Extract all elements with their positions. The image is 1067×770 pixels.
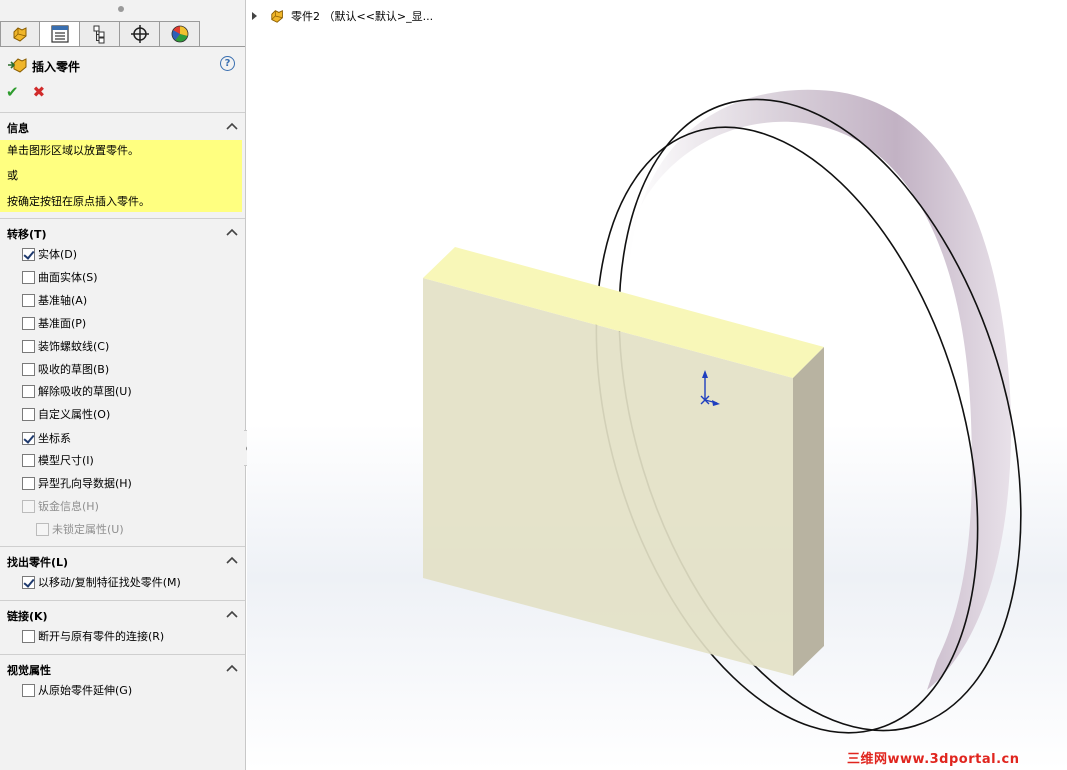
block-side-face [793,347,824,676]
option-label: 自定义属性(O) [38,408,111,421]
page-title: 插入零件 [32,60,81,74]
option-label: 断开与原有零件的连接(R) [38,630,165,643]
group-find-part-title: 找出零件(L) [7,556,69,569]
display-manager-icon [171,25,188,43]
manager-tabs [0,21,200,47]
group-transfer-title: 转移(T) [7,228,47,241]
transfer-option[interactable]: 吸收的草图(B) [22,361,109,377]
property-manager-icon [50,25,69,43]
group-link-header[interactable]: 链接(K) [0,606,245,624]
help-icon[interactable]: ? [220,56,235,71]
tab-feature-manager[interactable] [0,21,40,47]
graphics-area[interactable]: 零件2 （默认<<默认>_显... 三维网www.3dportal.cn [247,0,1067,770]
transfer-option[interactable]: 自定义属性(O) [22,406,110,422]
transfer-option[interactable]: 基准面(P) [22,315,86,331]
checkbox[interactable] [22,270,35,284]
divider [0,546,245,547]
option-label: 吸收的草图(B) [38,363,110,376]
checkbox[interactable] [22,407,35,421]
option-label: 装饰螺蚊线(C) [38,340,110,353]
chevron-up-icon[interactable] [226,609,238,619]
checkbox[interactable] [22,431,35,445]
inserted-block[interactable] [423,247,824,676]
transfer-option[interactable]: 装饰螺蚊线(C) [22,338,109,354]
option-label: 未锁定属性(U) [52,523,124,536]
tabs-divider [0,46,245,47]
option-label: 解除吸收的草图(U) [38,385,132,398]
transfer-option: 未锁定属性(U) [36,521,124,537]
tab-dimxpert-manager[interactable] [120,21,160,47]
divider [0,600,245,601]
info-line: 或 [7,169,18,182]
divider [0,654,245,655]
transfer-option[interactable]: 基准轴(A) [22,292,87,308]
group-transfer-header[interactable]: 转移(T) [0,224,245,242]
cancel-button[interactable]: ✖ [33,84,46,100]
info-message-box: 单击图形区域以放置零件。 或 按确定按钮在原点插入零件。 [0,140,242,212]
option-label: 模型尺寸(I) [38,454,94,467]
info-line: 按确定按钮在原点插入零件。 [7,195,150,208]
configuration-manager-icon [93,25,104,44]
option-label: 从原始零件延伸(G) [38,684,133,697]
group-link-title: 链接(K) [7,610,48,623]
watermark: 三维网www.3dportal.cn [847,752,1020,767]
option-label: 以移动/复制特征找处零件(M) [38,576,181,589]
option-label: 异型孔向导数据(H) [38,477,132,490]
checkbox[interactable] [22,362,35,376]
visual-option[interactable]: 从原始零件延伸(G) [22,682,132,698]
transfer-option[interactable]: 坐标系 [22,430,71,446]
checkbox [22,499,35,513]
option-label: 基准轴(A) [38,294,88,307]
group-visual-header[interactable]: 视觉属性 [0,660,245,678]
ok-cancel-bar: ✔ ✖ [6,84,45,100]
ok-button[interactable]: ✔ [6,84,19,100]
link-option[interactable]: 断开与原有零件的连接(R) [22,628,164,644]
option-label: 钣金信息(H) [38,500,99,513]
tab-configuration-manager[interactable] [80,21,120,47]
tab-display-manager[interactable] [160,21,200,47]
checkbox[interactable] [22,476,35,490]
option-label: 曲面实体(S) [38,271,98,284]
group-visual-title: 视觉属性 [7,664,51,677]
divider [0,112,245,113]
transfer-option[interactable]: 实体(D) [22,246,77,262]
checkbox[interactable] [22,339,35,353]
chevron-up-icon[interactable] [226,555,238,565]
property-manager-header: 插入零件 ? [0,54,245,76]
option-label: 实体(D) [38,248,78,261]
transfer-option[interactable]: 模型尺寸(I) [22,452,94,468]
info-line: 单击图形区域以放置零件。 [7,144,139,157]
find-part-option[interactable]: 以移动/复制特征找处零件(M) [22,574,181,590]
checkbox[interactable] [22,316,35,330]
checkbox[interactable] [22,384,35,398]
group-info-title: 信息 [7,122,29,135]
tab-property-manager[interactable] [40,21,80,47]
checkbox[interactable] [22,247,35,261]
checkbox[interactable] [22,575,35,589]
transfer-option[interactable]: 异型孔向导数据(H) [22,475,132,491]
transfer-option[interactable]: 解除吸收的草图(U) [22,383,132,399]
option-label: 基准面(P) [38,317,87,330]
checkbox[interactable] [22,683,35,697]
transfer-option[interactable]: 曲面实体(S) [22,269,98,285]
chevron-up-icon[interactable] [226,227,238,237]
checkbox [36,522,49,536]
checkbox[interactable] [22,453,35,467]
group-find-part-header[interactable]: 找出零件(L) [0,552,245,570]
model-viewport [423,89,1022,734]
insert-part-icon [8,58,27,73]
dimxpert-icon [130,25,149,43]
chevron-up-icon[interactable] [226,663,238,673]
chevron-up-icon[interactable] [226,121,238,131]
property-manager-panel: 插入零件 ? ✔ ✖ 信息 单击图形区域以放置零件。 或 按确定按钮在原点插入零… [0,0,246,770]
panel-grip[interactable] [118,6,124,12]
group-info-header[interactable]: 信息 [0,118,245,136]
divider [0,218,245,219]
checkbox[interactable] [22,629,35,643]
transfer-option: 钣金信息(H) [22,498,99,514]
checkbox[interactable] [22,293,35,307]
option-label: 坐标系 [38,432,71,445]
feature-manager-icon [13,27,27,42]
